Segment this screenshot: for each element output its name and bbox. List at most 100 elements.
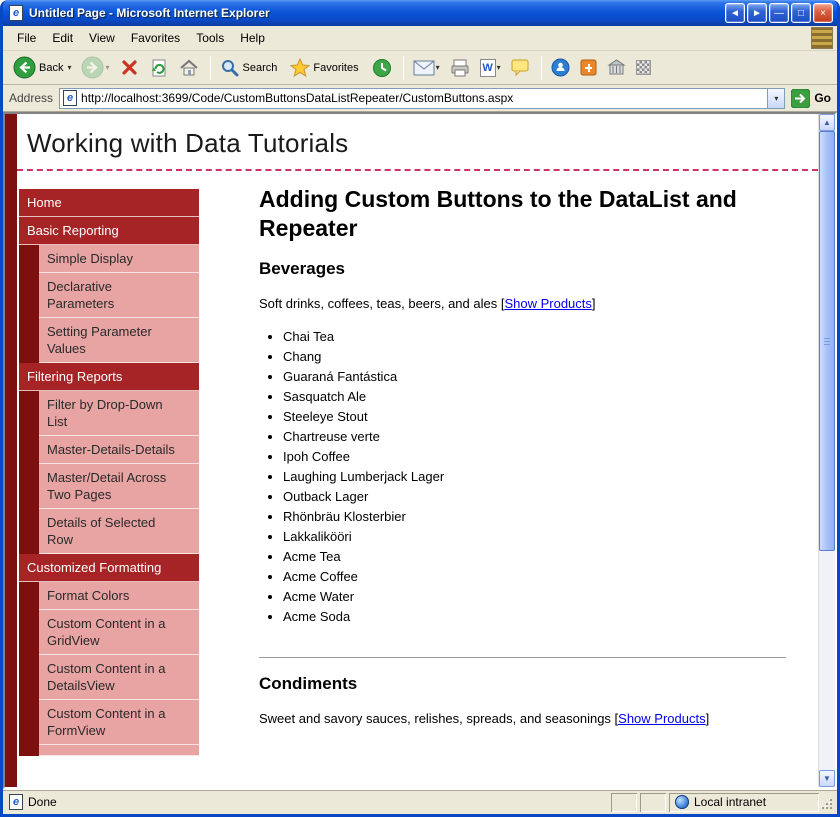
menu-bar: FileEditViewFavoritesToolsHelp (3, 26, 837, 51)
word-icon (480, 59, 496, 77)
status-panel (640, 793, 666, 812)
intranet-globe-icon (675, 795, 689, 809)
standard-toolbar: Back Searc (3, 51, 837, 85)
back-dropdown-icon[interactable] (67, 63, 71, 72)
sidebar-item[interactable]: Simple Display (39, 245, 199, 273)
minimize-button[interactable]: — (769, 3, 789, 23)
site-header: Working with Data Tutorials (17, 114, 818, 171)
status-panel (611, 793, 637, 812)
history-icon (372, 58, 392, 78)
sidebar-item[interactable]: Master-Details-Details (39, 436, 199, 464)
edit-dropdown-icon[interactable] (497, 63, 501, 72)
toolbar-separator (210, 56, 211, 80)
product-item: Outback Lager (283, 487, 786, 507)
refresh-button[interactable] (145, 56, 173, 80)
sidebar-item[interactable]: Home (19, 189, 199, 217)
go-button[interactable]: Go (791, 89, 831, 108)
product-item: Acme Soda (283, 607, 786, 627)
stop-button[interactable] (116, 56, 143, 79)
history-button[interactable] (368, 56, 396, 80)
dither-button[interactable] (632, 58, 655, 77)
scroll-down-button[interactable]: ▼ (819, 770, 835, 787)
product-item: Guaraná Fantástica (283, 367, 786, 387)
sidebar-item[interactable]: Custom Content in a FormView (39, 700, 199, 745)
address-field[interactable]: http://localhost:3699/Code/CustomButtons… (59, 88, 785, 109)
close-button[interactable]: × (813, 3, 833, 23)
sidebar-item[interactable]: Declarative Parameters (39, 273, 199, 318)
menu-item-favorites[interactable]: Favorites (123, 28, 188, 48)
page-left-accent (5, 114, 17, 787)
address-dropdown-button[interactable] (767, 89, 784, 108)
back-label: Back (39, 62, 63, 74)
product-item: Acme Water (283, 587, 786, 607)
scroll-up-button[interactable]: ▲ (819, 114, 835, 131)
vertical-scrollbar[interactable]: ▲ ▼ (818, 114, 835, 787)
section-heading-beverages: Beverages (259, 259, 786, 279)
forward-dropdown-icon[interactable] (105, 63, 109, 72)
sidebar-item[interactable]: Custom Content in a DetailsView (39, 655, 199, 700)
resize-grip[interactable] (819, 793, 835, 812)
sidebar-menu: HomeBasic ReportingSimple DisplayDeclara… (19, 189, 199, 756)
sidebar-item[interactable]: Format Colors (39, 582, 199, 610)
condiments-description: Sweet and savory sauces, relishes, sprea… (259, 710, 786, 728)
nav-right-button[interactable]: ► (747, 3, 767, 23)
favorites-button[interactable]: Favorites (286, 56, 365, 80)
go-icon (791, 89, 810, 108)
favorites-label: Favorites (313, 62, 358, 74)
product-item: Lakkalikööri (283, 527, 786, 547)
print-button[interactable] (446, 57, 474, 79)
sidebar-item[interactable]: Filter by Drop-Down List (39, 391, 199, 436)
menu-item-tools[interactable]: Tools (188, 28, 232, 48)
sidebar-item[interactable]: Setting Parameter Values (39, 318, 199, 363)
titlebar[interactable]: Untitled Page - Microsoft Internet Explo… (3, 0, 837, 26)
sites-button[interactable] (603, 57, 630, 78)
address-label: Address (9, 91, 53, 105)
sidebar-item[interactable]: Custom Content in a GridView (39, 610, 199, 655)
windows-logo-icon (811, 27, 833, 49)
product-item: Chang (283, 347, 786, 367)
nav-left-button[interactable]: ◄ (725, 3, 745, 23)
restore-button[interactable]: □ (791, 3, 811, 23)
back-button[interactable]: Back (9, 54, 75, 81)
menu-item-view[interactable]: View (81, 28, 123, 48)
show-products-link-beverages[interactable]: Show Products (504, 296, 591, 311)
menu-item-help[interactable]: Help (232, 28, 273, 48)
grid-icon (636, 60, 651, 75)
product-item: Ipoh Coffee (283, 447, 786, 467)
toolbar-separator (403, 56, 404, 80)
mail-dropdown-icon[interactable] (436, 63, 440, 72)
page-body: HomeBasic ReportingSimple DisplayDeclara… (17, 171, 818, 784)
discuss-button[interactable] (507, 57, 534, 78)
messenger-button[interactable] (547, 56, 574, 79)
sidebar-item[interactable]: Basic Reporting (19, 217, 199, 245)
mail-button[interactable] (409, 58, 444, 78)
section-heading-condiments: Condiments (259, 674, 786, 694)
favorites-star-icon (290, 58, 310, 78)
menu-item-file[interactable]: File (9, 28, 44, 48)
scrollbar-thumb[interactable] (819, 131, 835, 551)
sidebar-item[interactable]: Details of Selected Row (39, 509, 199, 554)
browser-window: Untitled Page - Microsoft Internet Explo… (0, 0, 840, 817)
building-icon (607, 59, 626, 76)
research-button[interactable] (576, 57, 601, 78)
sidebar-item[interactable]: Master/Detail Across Two Pages (39, 464, 199, 509)
refresh-icon (149, 58, 169, 78)
product-item: Sasquatch Ale (283, 387, 786, 407)
sidebar-item[interactable]: Filtering Reports (19, 363, 199, 391)
forward-button[interactable] (77, 54, 113, 81)
show-products-link-condiments[interactable]: Show Products (618, 711, 705, 726)
home-button[interactable] (175, 56, 203, 80)
orange-tool-icon (580, 59, 597, 76)
search-icon (220, 58, 240, 78)
ie-page-icon (9, 5, 23, 21)
address-url[interactable]: http://localhost:3699/Code/CustomButtons… (81, 91, 767, 105)
window-controls: ◄►—□× (723, 3, 833, 23)
search-button[interactable]: Search (216, 56, 285, 80)
section-divider (259, 657, 786, 658)
sidebar-item[interactable]: Customized Formatting (19, 554, 199, 582)
sidebar-item[interactable] (39, 745, 199, 756)
edit-with-word-button[interactable] (476, 57, 505, 79)
scrollbar-track[interactable] (819, 131, 835, 770)
address-page-icon (63, 90, 77, 106)
menu-item-edit[interactable]: Edit (44, 28, 81, 48)
